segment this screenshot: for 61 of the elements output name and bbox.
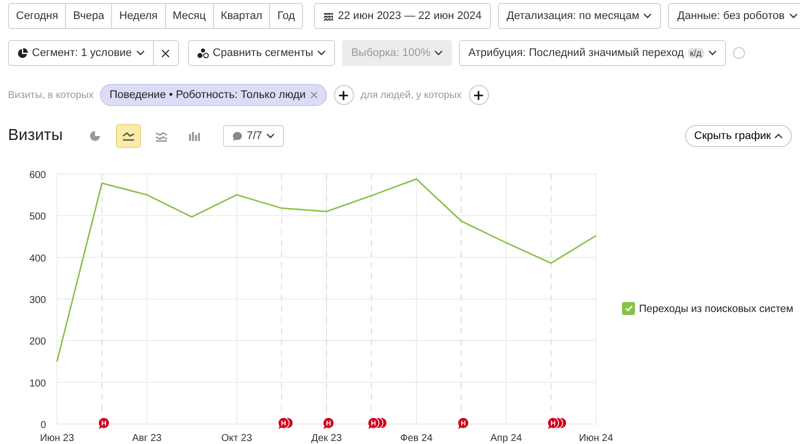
chevron-down-icon: [136, 50, 145, 56]
close-icon[interactable]: [310, 91, 318, 99]
period-tab[interactable]: Квартал: [212, 3, 270, 29]
chevron-down-icon: [708, 50, 717, 56]
detail-dropdown[interactable]: Детализация: по месяцам: [498, 3, 662, 29]
chevron-down-icon: [643, 13, 652, 19]
x-tick-label: Апр 24: [490, 433, 522, 444]
chevron-down-icon: [434, 50, 444, 56]
close-button[interactable]: [152, 40, 179, 66]
drops-icon: [196, 48, 209, 58]
y-tick-label: 500: [29, 212, 46, 223]
y-tick-label: 300: [29, 295, 46, 306]
notes-filter-dropdown[interactable]: 7/7: [222, 125, 284, 147]
y-tick-label: 400: [29, 253, 46, 264]
period-tab[interactable]: Месяц: [164, 3, 214, 29]
x-tick-label: Дек 23: [311, 433, 342, 444]
chevron-down-icon: [788, 13, 798, 19]
period-tab[interactable]: Сегодня: [8, 3, 66, 29]
bar-chart-icon: [188, 130, 200, 142]
compare-segments-dropdown[interactable]: Сравнить сегменты: [188, 40, 336, 66]
chevron-up-icon: [774, 133, 783, 139]
chevron-down-icon: [266, 133, 276, 139]
plus-icon: [474, 90, 484, 100]
x-tick-label: Июн 24: [578, 433, 614, 444]
segment-condition-chip[interactable]: Поведение • Роботность: Только люди: [100, 84, 327, 106]
pie-chart-icon: [17, 48, 28, 58]
x-tick-label: Фев 24: [400, 433, 433, 444]
filter-prefix: Визиты, в которых: [8, 90, 94, 100]
area-chart-icon: [154, 130, 168, 142]
data-dropdown[interactable]: Данные: без роботов: [668, 3, 800, 29]
period-tab[interactable]: Неделя: [111, 3, 166, 29]
plus-icon: [339, 90, 348, 100]
chart-type-button[interactable]: [116, 124, 141, 148]
pie-chart-icon: [89, 130, 102, 142]
people-label: для людей, у которых: [360, 90, 462, 100]
chevron-down-icon: [317, 50, 326, 56]
speech-bubble-icon: [232, 130, 243, 142]
condition-text: Поведение • Роботность: Только люди: [109, 89, 306, 101]
legend-label: Переходы из поисковых систем: [639, 302, 794, 314]
help-icon[interactable]: [732, 47, 745, 59]
line-chart-icon: [122, 131, 135, 141]
period-tab[interactable]: Вчера: [65, 3, 112, 29]
y-tick-label: 0: [40, 420, 46, 431]
y-tick-label: 600: [29, 170, 46, 181]
model-badge: к/д: [688, 48, 704, 58]
period-tab[interactable]: Год: [269, 3, 303, 29]
y-tick-label: 100: [29, 378, 46, 390]
date-range-button[interactable]: 22 июн 2023 — 22 июн 2024: [314, 3, 491, 29]
series-checkbox[interactable]: [622, 302, 635, 315]
x-tick-label: Авг 23: [132, 433, 162, 444]
add-condition-button[interactable]: [468, 85, 489, 105]
check-icon: [624, 305, 632, 312]
segment-dropdown[interactable]: Сегмент: 1 условие: [8, 40, 154, 66]
attribution-dropdown[interactable]: Атрибуция: Последний значимый переход к/д: [459, 40, 726, 66]
x-tick-label: Июн 23: [40, 433, 74, 444]
add-condition-button[interactable]: [334, 85, 354, 105]
report-title: Визиты: [8, 127, 63, 145]
x-tick-label: Окт 23: [221, 433, 252, 444]
y-tick-label: 200: [29, 336, 46, 348]
close-icon: [161, 48, 170, 58]
hide-chart-button[interactable]: Скрыть график: [685, 125, 792, 147]
